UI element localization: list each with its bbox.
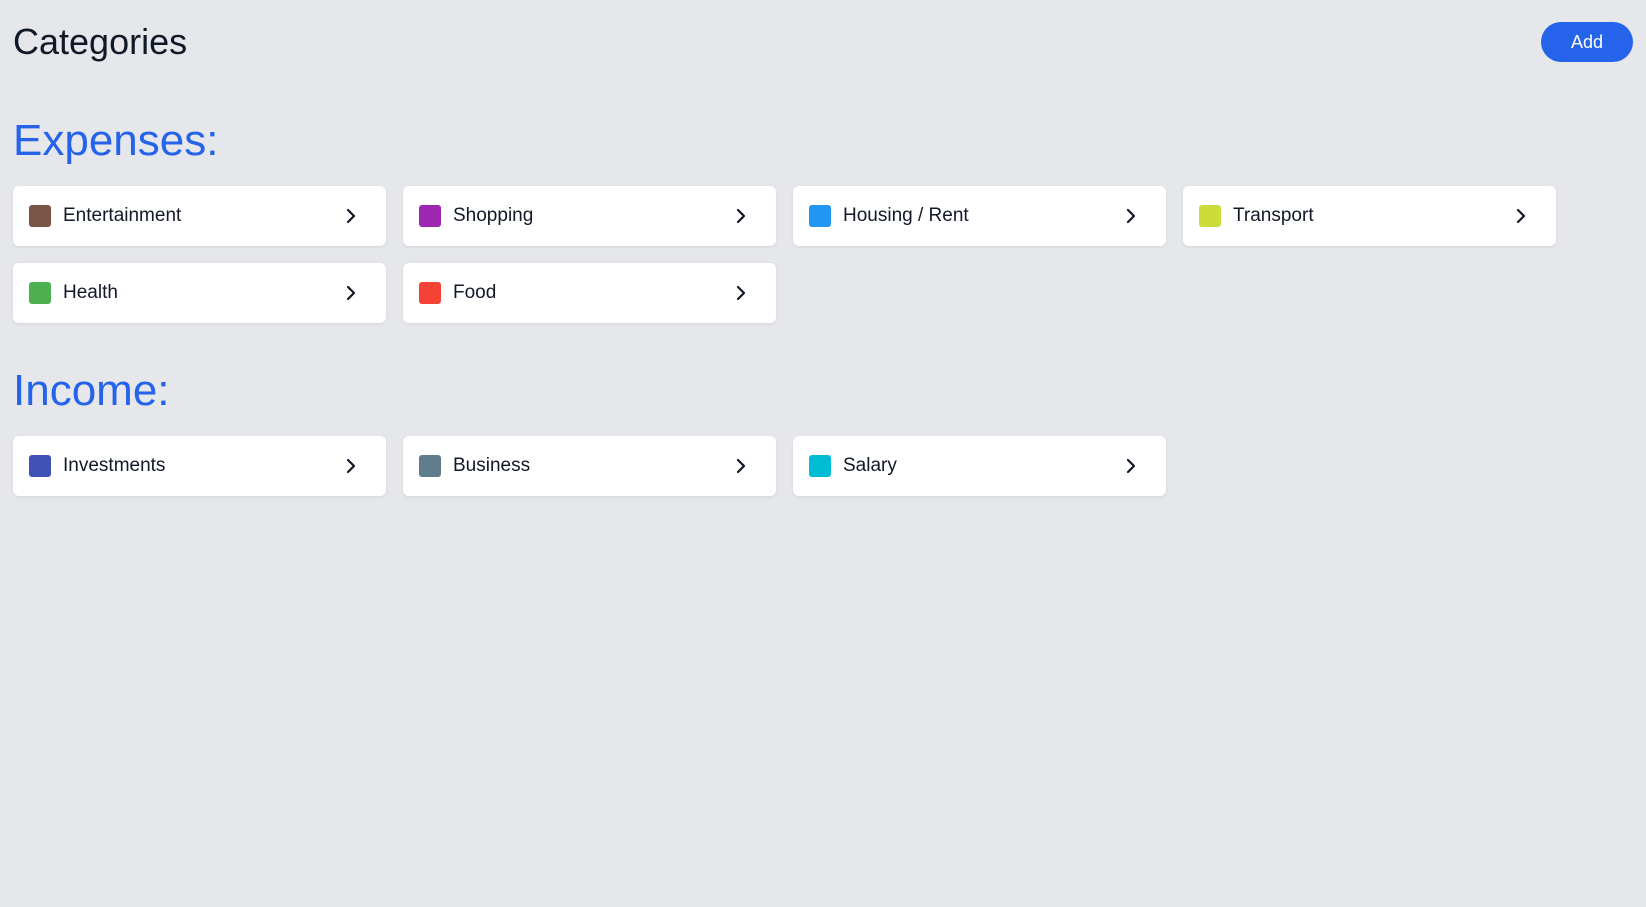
color-swatch: [809, 205, 831, 227]
expenses-category-list: Entertainment Shopping Housing / Rent Tr…: [13, 186, 1573, 323]
chevron-right-icon: [340, 282, 362, 304]
category-label: Business: [453, 455, 531, 476]
category-label: Shopping: [453, 205, 534, 226]
color-swatch: [419, 205, 441, 227]
chevron-right-icon: [730, 455, 752, 477]
add-button[interactable]: Add: [1541, 22, 1633, 62]
category-card-housing-rent[interactable]: Housing / Rent: [793, 186, 1166, 246]
chevron-right-icon: [340, 205, 362, 227]
category-label: Health: [63, 282, 118, 303]
color-swatch: [29, 282, 51, 304]
category-card-salary[interactable]: Salary: [793, 436, 1166, 496]
category-card-food[interactable]: Food: [403, 263, 776, 323]
chevron-right-icon: [1120, 205, 1142, 227]
page-title: Categories: [13, 21, 188, 62]
chevron-right-icon: [1510, 205, 1532, 227]
category-label: Salary: [843, 455, 897, 476]
chevron-right-icon: [730, 282, 752, 304]
income-category-list: Investments Business Salary: [13, 436, 1573, 496]
category-label: Transport: [1233, 205, 1314, 226]
category-card-health[interactable]: Health: [13, 263, 386, 323]
category-card-business[interactable]: Business: [403, 436, 776, 496]
color-swatch: [419, 282, 441, 304]
category-card-shopping[interactable]: Shopping: [403, 186, 776, 246]
category-label: Housing / Rent: [843, 205, 969, 226]
category-label: Investments: [63, 455, 166, 476]
color-swatch: [419, 455, 441, 477]
color-swatch: [29, 455, 51, 477]
category-card-transport[interactable]: Transport: [1183, 186, 1556, 246]
chevron-right-icon: [340, 455, 362, 477]
category-label: Entertainment: [63, 205, 182, 226]
chevron-right-icon: [1120, 455, 1142, 477]
color-swatch: [29, 205, 51, 227]
category-card-entertainment[interactable]: Entertainment: [13, 186, 386, 246]
income-heading: Income:: [13, 366, 170, 415]
color-swatch: [1199, 205, 1221, 227]
category-label: Food: [453, 282, 497, 303]
expenses-heading: Expenses:: [13, 116, 219, 165]
category-card-investments[interactable]: Investments: [13, 436, 386, 496]
chevron-right-icon: [730, 205, 752, 227]
color-swatch: [809, 455, 831, 477]
